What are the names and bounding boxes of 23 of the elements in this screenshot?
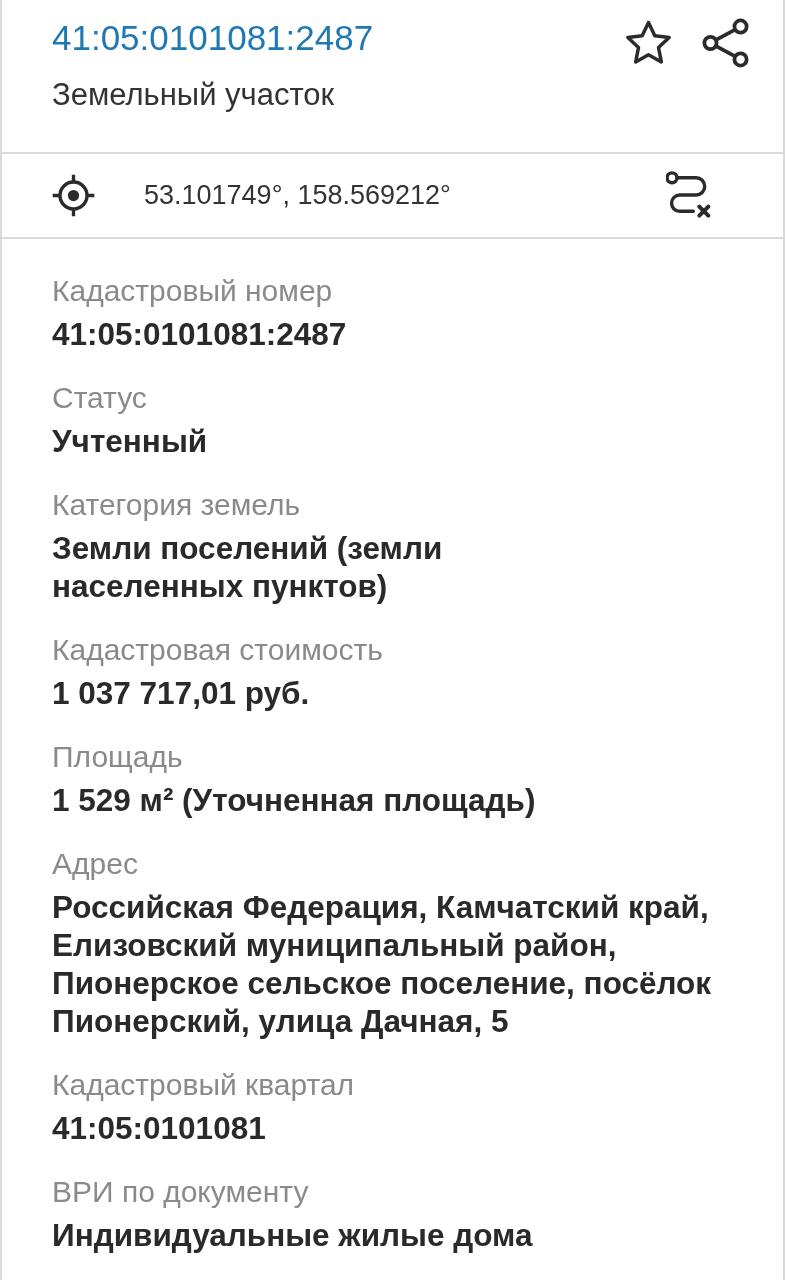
field-value: Российская Федерация, Камчатский край, Елизовский муниципальный район, Пионерское сельское поселение, посёлок Пионерский, улица Дачная, 5 <box>52 888 713 1040</box>
field-value: 41:05:0101081:2487 <box>52 315 348 353</box>
field-label: Статус <box>52 380 148 416</box>
share-icon[interactable] <box>702 18 749 68</box>
field-label: ВРИ по документу <box>52 1174 310 1210</box>
field-label: Кадастровый номер <box>52 273 334 309</box>
field-value: 41:05:0101081 <box>52 1109 267 1147</box>
object-type: Земельный участок <box>52 76 336 114</box>
field-label: Адрес <box>52 846 139 882</box>
field-value: Индивидуальные жилые дома <box>52 1216 534 1254</box>
field-label: Кадастровая стоимость <box>52 632 384 668</box>
target-icon[interactable] <box>51 172 96 218</box>
field-label: Категория земель <box>52 487 302 523</box>
field-value: 1 529 м² (Уточненная площадь) <box>52 781 537 819</box>
field-value: Земли поселений (земли населенных пунктов) <box>52 529 444 605</box>
coordinates-text: 53.101749°, 158.569212° <box>144 179 452 213</box>
cadastral-number-link[interactable]: 41:05:0101081:2487 <box>52 14 374 62</box>
field-label: Площадь <box>52 739 184 775</box>
field-value: Учтенный <box>52 422 209 460</box>
star-icon[interactable] <box>625 20 672 66</box>
field-value: 1 037 717,01 руб. <box>52 674 311 712</box>
field-label: Кадастровый квартал <box>52 1067 356 1103</box>
route-remove-icon[interactable] <box>666 170 712 221</box>
